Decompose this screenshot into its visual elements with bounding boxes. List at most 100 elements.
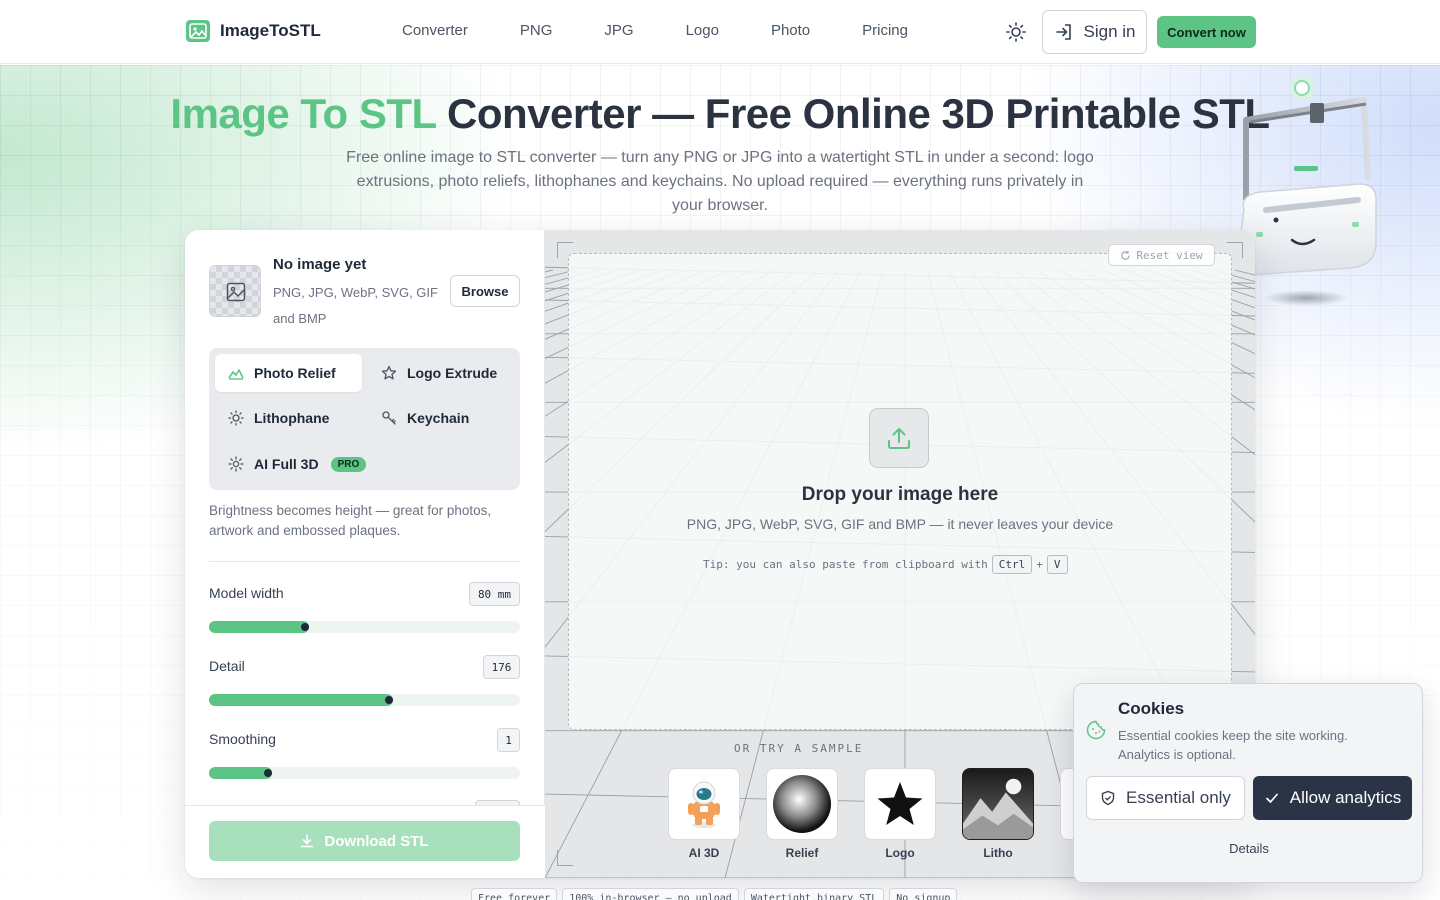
image-placeholder-icon [226,282,246,302]
slider-handle[interactable] [301,623,309,631]
reset-view-label: Reset view [1136,248,1203,262]
v-key: V [1046,555,1068,574]
reset-view-button[interactable]: Reset view [1108,244,1215,266]
mode-photo-relief[interactable]: Photo Relief [215,354,362,392]
paste-tip: Tip: you can also paste from clipboard w… [703,555,1068,574]
slider-handle[interactable] [385,696,393,704]
grid-line [545,269,554,273]
sample-ai-3d[interactable]: AI 3D [668,768,740,860]
sample-litho[interactable]: Litho [962,768,1034,860]
mode-label: Photo Relief [254,365,336,381]
frame-corner [557,850,573,866]
sun-icon [1006,22,1026,42]
mountain-icon [228,369,244,380]
star-icon [877,782,923,825]
mode-keychain[interactable]: Keychain [368,399,515,437]
page-title-rest: Converter — Free Online 3D Printable STL [435,90,1270,137]
slider-handle[interactable] [264,769,272,777]
supported-formats: PNG, JPG, WebP, SVG, GIF and BMP [273,285,438,326]
cookie-text: Essential cookies keep the site working.… [1118,728,1348,762]
smoothing-label: Smoothing [209,731,276,747]
try-sample-label: OR TRY A SAMPLE [734,742,864,755]
cookie-banner: Cookies Essential cookies keep the site … [1073,683,1423,883]
mode-label: Keychain [407,410,470,426]
cookie-icon [1086,720,1106,740]
sun-icon [228,410,244,426]
site-header: ImageToSTL Converter PNG JPG Logo Photo … [0,0,1440,64]
sphere-icon [773,775,831,833]
sample-label: Logo [885,846,915,860]
pro-badge: PRO [330,456,367,472]
upload-icon [888,428,910,449]
mode-label: AI Full 3D [254,456,319,472]
nav-logo[interactable]: Logo [686,22,719,39]
nav-photo[interactable]: Photo [771,22,810,39]
tip-text: Tip: you can also paste from clipboard w… [703,558,988,571]
sample-label: Relief [785,846,819,860]
brand-name: ImageToSTL [220,21,321,40]
ctrl-key: Ctrl [991,555,1033,574]
feature-chip: 100% in-browser — no upload [562,888,739,900]
model-width-value[interactable]: 80 mm [469,582,520,606]
drop-title: Drop your image here [801,484,999,505]
feature-chip: Watertight binary STL [743,888,885,900]
sparkle-icon [228,456,244,472]
cookie-details-link[interactable]: Details [1074,841,1424,856]
settings-panel: No image yet PNG, JPG, WebP, SVG, GIF an… [185,230,545,878]
image-icon [186,20,210,42]
browse-button[interactable]: Browse [450,275,520,307]
smoothing-value[interactable]: 1 [497,728,520,752]
nav-png[interactable]: PNG [520,22,553,39]
no-image-title: No image yet [273,256,367,273]
refresh-icon [1121,250,1131,260]
upload-button[interactable] [869,408,929,468]
sample-label: AI 3D [688,846,720,860]
mode-selector: Photo Relief Logo Extrude Lithophane Key… [209,348,520,490]
detail-slider[interactable] [209,694,520,706]
mode-label: Logo Extrude [407,365,498,381]
mode-logo-extrude[interactable]: Logo Extrude [368,354,515,392]
cookie-title: Cookies [1118,699,1185,718]
nav-jpg[interactable]: JPG [604,22,633,39]
page-subtitle: Free online image to STL converter — tur… [346,149,1094,214]
model-width-slider[interactable] [209,621,520,633]
download-stl-button[interactable]: Download STL [209,821,520,861]
download-icon [301,834,314,848]
drop-subtitle: PNG, JPG, WebP, SVG, GIF and BMP — it ne… [686,516,1114,532]
essential-only-label: Essential only [1126,788,1231,807]
allow-analytics-label: Allow analytics [1289,788,1402,807]
mode-description: Brightness becomes height — great for ph… [209,503,492,538]
slider-fill [209,621,309,633]
essential-only-button[interactable]: Essential only [1086,776,1245,820]
sample-relief[interactable]: Relief [766,768,838,860]
mode-label: Lithophane [254,410,330,426]
mountain-photo-icon [963,769,1033,839]
detail-value[interactable]: 176 [483,655,520,679]
smoothing-slider[interactable] [209,767,520,779]
download-label: Download STL [324,832,429,850]
nav-pricing[interactable]: Pricing [862,22,908,39]
sample-label: Litho [983,846,1013,860]
mode-ai-full-3d[interactable]: AI Full 3D PRO [215,445,415,483]
main-nav: Converter PNG JPG Logo Photo Pricing [402,22,908,39]
feature-chip: Free forever [471,888,558,900]
sample-logo[interactable]: Logo [864,768,936,860]
theme-toggle-button[interactable] [1004,20,1028,44]
nav-converter[interactable]: Converter [402,22,468,39]
detail-label: Detail [209,658,245,674]
shield-icon [1101,790,1115,806]
allow-analytics-button[interactable]: Allow analytics [1253,776,1412,820]
check-icon [1265,793,1278,803]
sign-in-label: Sign in [1083,22,1136,41]
mode-lithophane[interactable]: Lithophane [215,399,362,437]
slider-fill [209,694,393,706]
feature-chips: Free forever 100% in-browser — no upload… [471,888,958,900]
sign-in-button[interactable]: Sign in [1042,10,1147,54]
astronaut-icon [688,781,720,828]
brand-logo[interactable]: ImageToSTL [186,20,321,42]
model-width-label: Model width [209,585,284,601]
convert-now-button[interactable]: Convert now [1157,16,1256,48]
page-title: Image To STL Converter — Free Online 3D … [0,90,1440,138]
download-bar: Download STL [185,805,545,878]
login-icon [1055,24,1071,40]
